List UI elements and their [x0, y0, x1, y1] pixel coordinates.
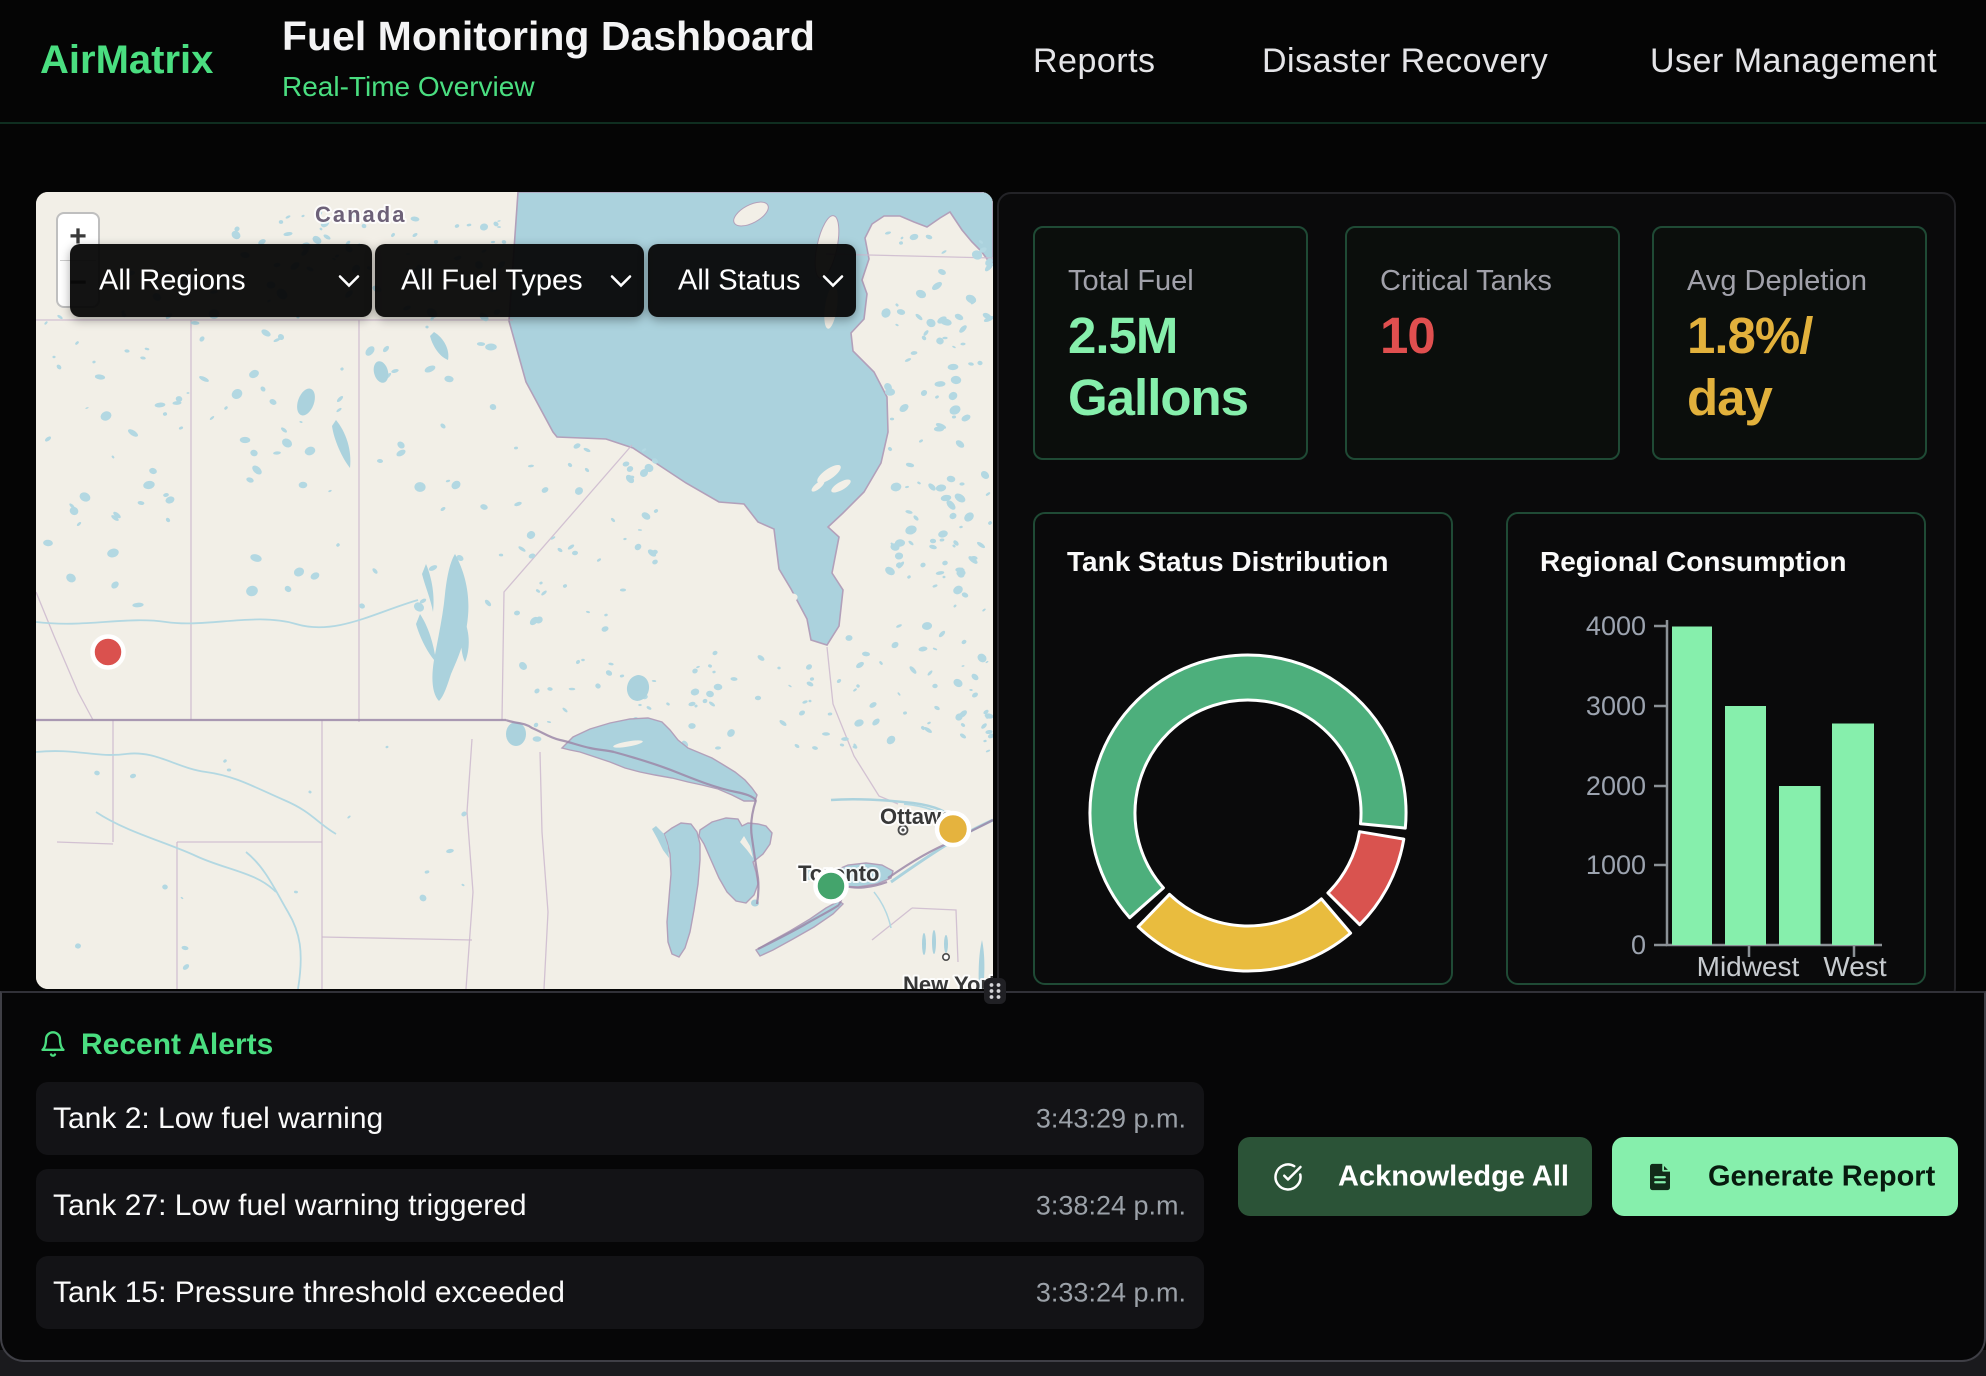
svg-text:0: 0 [1631, 930, 1646, 960]
svg-text:2000: 2000 [1586, 771, 1646, 801]
svg-text:New York: New York [903, 972, 993, 989]
svg-text:West: West [1823, 951, 1886, 982]
svg-text:1000: 1000 [1586, 850, 1646, 880]
svg-text:Canada: Canada [315, 202, 406, 227]
svg-text:Midwest: Midwest [1697, 951, 1800, 982]
svg-text:3000: 3000 [1586, 691, 1646, 721]
svg-text:4000: 4000 [1586, 611, 1646, 641]
